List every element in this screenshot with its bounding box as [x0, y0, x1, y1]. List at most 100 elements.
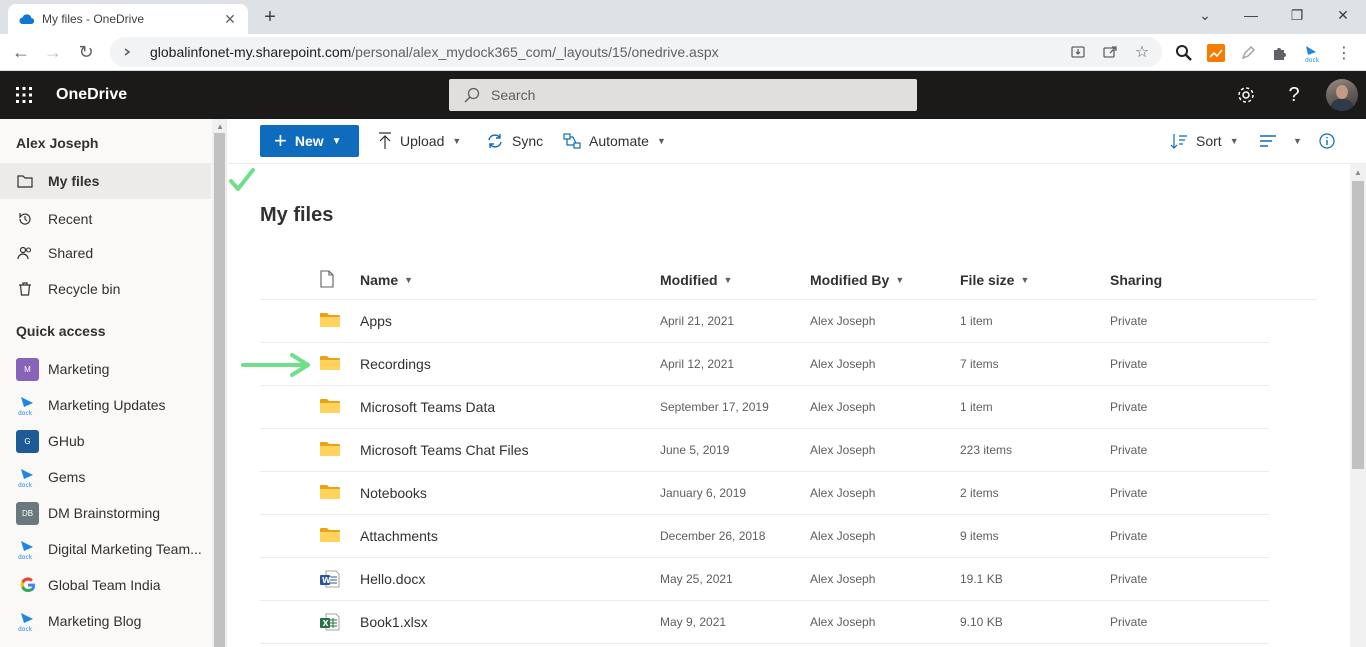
pen-extension-icon[interactable] — [1237, 42, 1259, 64]
svg-text:W: W — [322, 576, 331, 585]
column-label: Modified — [660, 272, 718, 288]
file-name-link[interactable]: Microsoft Teams Chat Files — [360, 429, 529, 471]
sort-icon — [1170, 133, 1188, 149]
chevron-down-icon: ▼ — [452, 136, 462, 146]
reload-icon[interactable]: ↻ — [73, 39, 99, 65]
file-type-icon[interactable] — [320, 270, 334, 291]
file-name-link[interactable]: Notebooks — [360, 472, 427, 514]
tab-search-icon[interactable]: ⌄ — [1182, 0, 1228, 30]
info-pane-button[interactable] — [1319, 131, 1343, 151]
restore-icon[interactable]: ❐ — [1274, 0, 1320, 30]
sharing-status: Private — [1110, 486, 1148, 500]
table-row[interactable]: Attachments December 26, 2018 Alex Joseph 9… — [260, 515, 1269, 558]
extensions-puzzle-icon[interactable] — [1269, 42, 1291, 64]
onedrive-cloud-icon — [18, 11, 34, 27]
table-row[interactable]: Notebooks January 6, 2019 Alex Joseph 2 ite… — [260, 472, 1269, 515]
file-name-link[interactable]: Apps — [360, 300, 392, 342]
column-header-modified[interactable]: Modified ▼ — [660, 272, 732, 288]
site-gems[interactable]: dock Gems — [0, 459, 211, 495]
quick-access-heading: Quick access — [16, 323, 106, 339]
new-button[interactable]: + New ▼ — [260, 125, 359, 157]
back-icon[interactable]: ← — [8, 39, 34, 65]
automate-flow-icon — [563, 133, 581, 149]
site-marketing-updates[interactable]: dock Marketing Updates — [0, 387, 211, 423]
column-header-file-size[interactable]: File size ▼ — [960, 272, 1029, 288]
upload-label: Upload — [400, 133, 445, 149]
column-label: File size — [960, 272, 1015, 288]
share-icon[interactable] — [1100, 43, 1120, 61]
column-header-sharing[interactable]: Sharing — [1110, 272, 1162, 288]
app-name[interactable]: OneDrive — [56, 86, 127, 104]
avatar[interactable] — [1326, 79, 1358, 111]
table-row[interactable]: Apps April 21, 2021 Alex Joseph 1 item Priva… — [260, 300, 1269, 343]
tab-close-icon[interactable]: ✕ — [222, 11, 238, 28]
browser-toolbar: ← → ↻ globalinfonet-my.sharepoint.com/pe… — [0, 34, 1366, 71]
table-row[interactable]: Microsoft Teams Chat Files June 5, 2019 Al… — [260, 429, 1269, 472]
window-close-icon[interactable]: ✕ — [1320, 0, 1366, 30]
modified-date: May 9, 2021 — [660, 615, 727, 629]
nav-item-my-files[interactable]: My files — [0, 163, 211, 199]
bookmark-star-icon[interactable]: ☆ — [1132, 43, 1152, 61]
modified-date: May 25, 2021 — [660, 572, 733, 586]
table-row[interactable]: X Book1.xlsx May 9, 2021 Alex Joseph 9.10 KB… — [260, 601, 1269, 644]
site-label: Global Team India — [48, 577, 161, 593]
settings-gear-icon[interactable] — [1234, 83, 1258, 107]
svg-text:dock: dock — [1305, 57, 1320, 63]
nav-item-recycle-bin[interactable]: Recycle bin — [0, 271, 211, 307]
left-nav-scrollbar[interactable]: ▲ — [212, 119, 226, 647]
svg-text:dock: dock — [18, 554, 33, 561]
install-app-icon[interactable] — [1068, 43, 1088, 61]
chevron-down-icon: ▼ — [895, 275, 905, 285]
main-scrollbar[interactable]: ▲ — [1350, 164, 1366, 647]
file-name-link[interactable]: Hello.docx — [360, 558, 425, 600]
help-icon[interactable]: ? — [1282, 83, 1306, 107]
browser-tab[interactable]: My files - OneDrive ✕ — [8, 4, 248, 34]
nav-item-shared[interactable]: Shared — [0, 235, 211, 271]
browser-menu-icon[interactable]: ⋮ — [1333, 42, 1355, 64]
forward-icon[interactable]: → — [40, 39, 66, 65]
site-global-team-india[interactable]: Global Team India — [0, 567, 211, 603]
sort-button[interactable]: Sort ▼ — [1170, 131, 1239, 151]
modified-by: Alex Joseph — [810, 314, 876, 328]
site-label: Gems — [48, 469, 86, 485]
new-tab-button[interactable]: + — [258, 6, 282, 28]
site-marketing-blog[interactable]: dock Marketing Blog — [0, 603, 211, 639]
upload-button[interactable]: Upload ▼ — [378, 131, 461, 151]
column-header-name[interactable]: Name ▼ — [360, 272, 413, 288]
site-dm-brainstorming[interactable]: DB DM Brainstorming — [0, 495, 211, 531]
file-name-link[interactable]: Microsoft Teams Data — [360, 386, 495, 428]
column-header-modified-by[interactable]: Modified By ▼ — [810, 272, 904, 288]
site-badge: DB — [16, 501, 39, 525]
sharing-status: Private — [1110, 529, 1148, 543]
site-info-icon[interactable] — [120, 45, 138, 59]
search-input[interactable]: Search — [449, 79, 917, 111]
folder-icon — [320, 312, 340, 330]
chevron-down-icon: ▼ — [656, 136, 666, 146]
file-name-link[interactable]: Recordings — [360, 343, 431, 385]
table-row[interactable]: Microsoft Teams Data September 17, 2019 Al… — [260, 386, 1269, 429]
view-options-button[interactable]: ▼ — [1259, 131, 1302, 151]
automate-button[interactable]: Automate ▼ — [563, 131, 666, 151]
nav-item-recent[interactable]: Recent — [0, 201, 211, 237]
site-badge: G — [16, 429, 39, 453]
search-extension-icon[interactable] — [1173, 42, 1195, 64]
svg-text:dock: dock — [18, 482, 33, 489]
site-ghub[interactable]: G GHub — [0, 423, 211, 459]
app-launcher-icon[interactable] — [0, 71, 48, 119]
table-row[interactable]: W Hello.docx May 25, 2021 Alex Joseph 19.1 K… — [260, 558, 1269, 601]
sharing-status: Private — [1110, 615, 1148, 629]
file-name-link[interactable]: Book1.xlsx — [360, 601, 428, 643]
suite-bar: OneDrive Search ? — [0, 71, 1366, 119]
site-marketing[interactable]: M Marketing — [0, 351, 211, 387]
word-document-icon: W — [320, 570, 340, 588]
file-name-link[interactable]: Attachments — [360, 515, 438, 557]
dock-extension-icon[interactable]: dock — [1301, 42, 1323, 64]
table-row[interactable]: Recordings April 12, 2021 Alex Joseph 7 ite… — [260, 343, 1269, 386]
address-bar[interactable]: globalinfonet-my.sharepoint.com/personal… — [110, 37, 1162, 67]
trash-icon — [16, 280, 34, 298]
site-digital-marketing-team[interactable]: dock Digital Marketing Team... — [0, 531, 211, 567]
minimize-icon[interactable]: — — [1228, 0, 1274, 30]
analytics-extension-icon[interactable] — [1205, 42, 1227, 64]
sync-button[interactable]: Sync — [486, 131, 543, 151]
left-nav: ▲ Alex Joseph My files Recent Shared Rec… — [0, 119, 227, 647]
